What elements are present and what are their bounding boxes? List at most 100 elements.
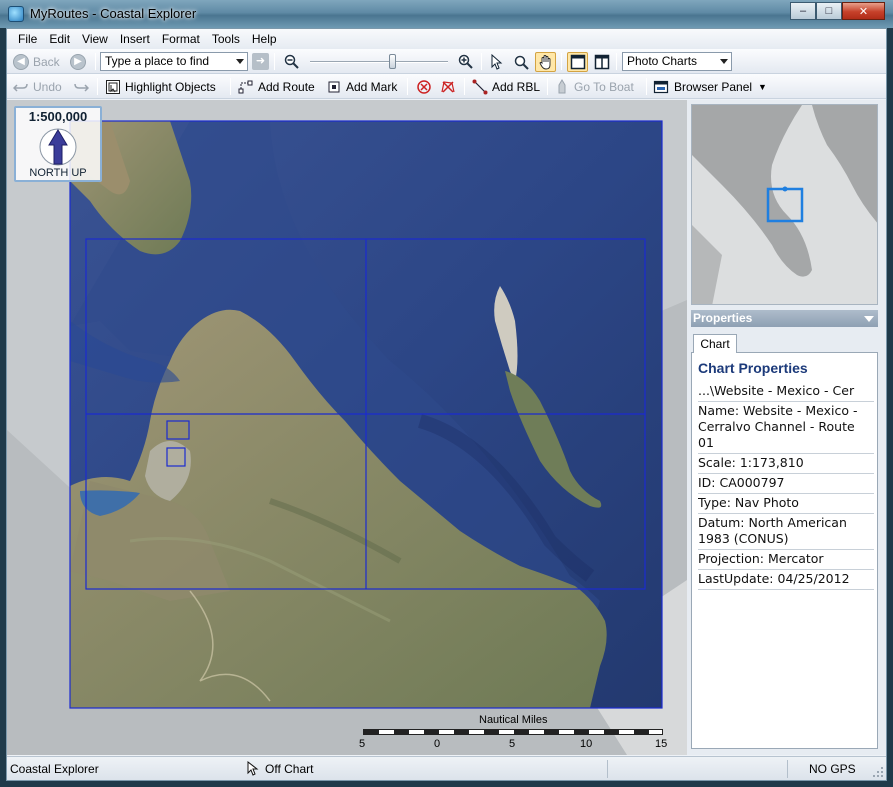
scale-bar-tick: 5 — [509, 738, 516, 750]
toolbar-separator — [407, 78, 408, 95]
status-position: Off Chart — [265, 762, 314, 776]
title-bar[interactable]: MyRoutes - Coastal Explorer – □ ✕ — [0, 0, 893, 28]
split-pane-icon — [594, 54, 609, 70]
menu-format[interactable]: Format — [156, 29, 206, 49]
browser-panel-label: Browser Panel — [674, 79, 753, 94]
toolbar-separator — [230, 78, 231, 95]
overview-map-graphic — [692, 105, 877, 304]
back-arrow-icon: ◀ — [13, 53, 29, 70]
zoom-tool-button[interactable] — [510, 52, 531, 72]
go-button[interactable]: ➜ — [252, 53, 269, 70]
status-divider — [787, 760, 788, 778]
go-to-boat-button[interactable]: Go To Boat — [556, 76, 634, 97]
property-projection: Projection: Mercator — [698, 550, 874, 570]
chevron-down-icon[interactable] — [864, 316, 874, 322]
zoom-out-icon — [284, 54, 299, 69]
property-id: ID: CA000797 — [698, 474, 874, 494]
minimize-button[interactable]: – — [790, 2, 816, 20]
menu-view[interactable]: View — [76, 29, 114, 49]
chart-type-value: Photo Charts — [627, 54, 698, 68]
select-tool-button[interactable] — [486, 52, 507, 72]
chart-view[interactable]: 1:500,000 NORTH UP Nautical Miles 5 0 5 … — [7, 100, 687, 755]
scale-value: 1:500,000 — [28, 109, 88, 124]
zoom-in-button[interactable] — [455, 52, 476, 72]
redo-button[interactable] — [73, 76, 89, 97]
rbl-icon — [472, 79, 488, 94]
menu-edit[interactable]: Edit — [43, 29, 76, 49]
route-icon — [238, 80, 253, 93]
menu-help[interactable]: Help — [246, 29, 283, 49]
properties-header-label: Properties — [693, 311, 753, 325]
scale-bar-tick: 0 — [434, 738, 441, 750]
editing-toolbar: Undo Highlight Objects Add Route Add Mar… — [7, 74, 886, 99]
status-bar: Coastal Explorer Off Chart NO GPS — [7, 756, 886, 780]
app-icon — [8, 6, 24, 22]
browser-panel-icon — [653, 80, 669, 93]
forward-button[interactable]: ▶ — [70, 51, 86, 72]
add-mark-button[interactable]: Add Mark — [327, 76, 397, 97]
scale-indicator[interactable]: 1:500,000 NORTH UP — [14, 106, 102, 182]
status-divider — [607, 760, 608, 778]
go-to-boat-label: Go To Boat — [574, 79, 634, 94]
place-search-input[interactable]: Type a place to find — [100, 52, 248, 71]
maximize-button[interactable]: □ — [816, 2, 842, 20]
property-name: Name: Website - Mexico - Cerralvo Channe… — [698, 402, 874, 454]
delete-route-button[interactable] — [440, 76, 456, 97]
toolbar-separator — [95, 53, 96, 70]
single-view-button[interactable] — [567, 52, 588, 72]
split-view-button[interactable] — [591, 52, 612, 72]
status-app-name: Coastal Explorer — [10, 762, 99, 776]
toolbar-separator — [464, 78, 465, 95]
dropdown-arrow-icon[interactable] — [236, 59, 244, 64]
menu-tools[interactable]: Tools — [206, 29, 246, 49]
undo-icon — [13, 83, 28, 92]
zoom-slider-thumb[interactable] — [388, 54, 396, 69]
single-pane-icon — [570, 54, 585, 70]
highlight-objects-button[interactable]: Highlight Objects — [105, 76, 216, 97]
menu-insert[interactable]: Insert — [114, 29, 156, 49]
resize-grip-icon[interactable] — [872, 766, 884, 778]
property-path: ...\Website - Mexico - Cer — [698, 382, 874, 402]
property-datum: Datum: North American 1983 (CONUS) — [698, 514, 874, 550]
toolbar-separator — [646, 78, 647, 95]
arrow-right-icon: ➜ — [255, 55, 266, 67]
scale-bar: Nautical Miles 5 0 5 10 15 — [359, 714, 669, 754]
property-last-update: LastUpdate: 04/25/2012 — [698, 570, 874, 590]
zoom-out-button[interactable] — [281, 52, 302, 72]
zoom-slider[interactable] — [310, 54, 448, 69]
scale-bar-tick: 5 — [359, 738, 366, 750]
properties-list: ...\Website - Mexico - Cer Name: Website… — [698, 382, 874, 590]
pan-tool-button[interactable] — [535, 52, 556, 72]
browser-panel: Properties Chart Chart Properties ...\We… — [687, 100, 886, 755]
close-button[interactable]: ✕ — [842, 2, 885, 20]
chart-type-select[interactable]: Photo Charts — [622, 52, 732, 71]
dropdown-arrow-icon[interactable] — [720, 59, 728, 64]
client-area: File Edit View Insert Format Tools Help … — [6, 28, 887, 781]
tab-chart[interactable]: Chart — [693, 334, 737, 353]
properties-title: Chart Properties — [698, 360, 808, 376]
navigation-toolbar: ◀ Back ▶ Type a place to find ➜ Photo Ch… — [7, 49, 886, 74]
cursor-icon — [247, 761, 259, 776]
overview-map[interactable] — [691, 104, 878, 305]
add-rbl-button[interactable]: Add RBL — [472, 76, 540, 97]
highlight-icon — [106, 79, 120, 94]
highlight-objects-label: Highlight Objects — [125, 79, 216, 94]
browser-panel-button[interactable]: Browser Panel ▼ — [653, 76, 767, 97]
property-scale: Scale: 1:173,810 — [698, 454, 874, 474]
hand-icon — [538, 55, 550, 70]
delete-button[interactable] — [416, 76, 432, 97]
scale-bar-title: Nautical Miles — [479, 714, 548, 726]
back-button[interactable]: ◀ Back — [13, 51, 60, 72]
menu-file[interactable]: File — [7, 29, 43, 49]
properties-header[interactable]: Properties — [691, 310, 878, 327]
toolbar-separator — [561, 53, 562, 70]
add-route-button[interactable]: Add Route — [238, 76, 315, 97]
toolbar-separator — [481, 53, 482, 70]
status-gps: NO GPS — [809, 762, 856, 776]
forward-arrow-icon: ▶ — [70, 53, 86, 70]
map-background — [7, 120, 687, 755]
delete-circle-icon — [417, 79, 431, 94]
add-route-label: Add Route — [258, 79, 315, 94]
scale-bar-tick: 10 — [580, 738, 593, 750]
undo-button[interactable]: Undo — [13, 76, 62, 97]
